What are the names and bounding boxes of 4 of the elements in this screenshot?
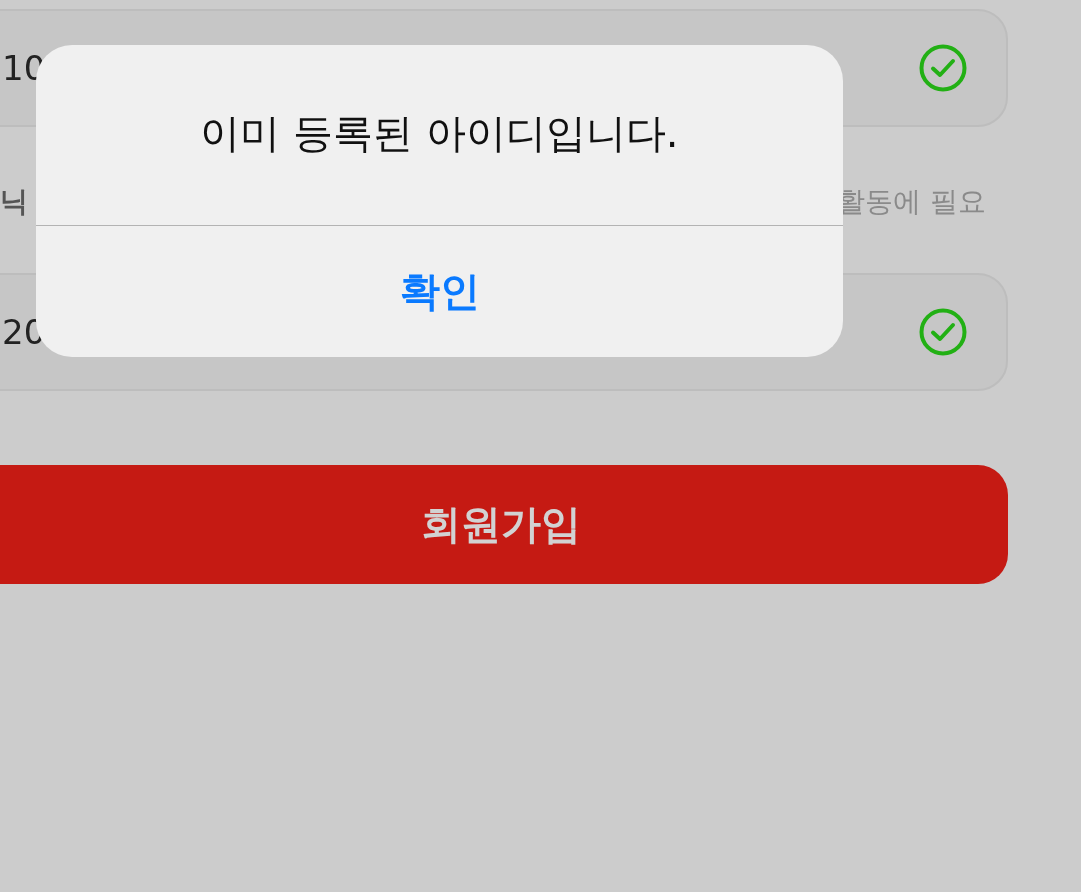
signup-button[interactable]: 회원가입 bbox=[0, 465, 1008, 584]
alert-message: 이미 등록된 아이디입니다. bbox=[199, 108, 680, 158]
field-label: 닉 bbox=[0, 184, 28, 220]
field-hint: 활동에 필요 bbox=[837, 184, 986, 220]
